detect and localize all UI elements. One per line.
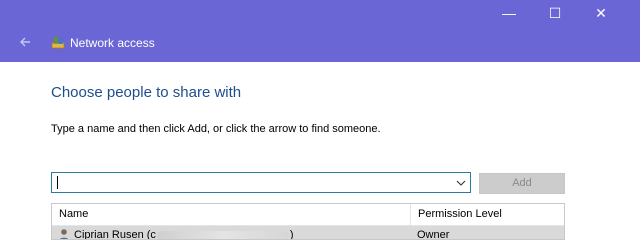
close-button[interactable]: ✕ — [578, 0, 624, 26]
permission-cell[interactable]: Owner — [417, 226, 449, 239]
back-arrow-icon[interactable] — [18, 35, 32, 49]
maximize-button[interactable]: ☐ — [532, 0, 578, 26]
redacted-email — [156, 230, 289, 239]
column-header-permission[interactable]: Permission Level — [410, 204, 564, 225]
dialog-content: Choose people to share with Type a name … — [12, 62, 628, 240]
table-row[interactable]: Ciprian Rusen (c) Owner — [52, 226, 564, 240]
name-combobox[interactable] — [51, 172, 471, 193]
user-icon — [59, 229, 69, 239]
text-cursor — [57, 176, 58, 189]
title-bar: — ☐ ✕ Network access — [0, 0, 640, 62]
sharing-table: Name Permission Level Ciprian Rusen (c) … — [51, 203, 565, 240]
user-name-start: Ciprian Rusen (c — [74, 229, 156, 240]
instructions-text: Type a name and then click Add, or click… — [51, 123, 381, 135]
user-name-cell: Ciprian Rusen (c) — [74, 226, 294, 240]
add-button[interactable]: Add — [479, 173, 565, 194]
chevron-down-icon[interactable] — [455, 176, 467, 189]
page-title: Choose people to share with — [51, 84, 242, 101]
column-header-name[interactable]: Name — [52, 204, 410, 225]
network-app-icon — [51, 36, 65, 49]
user-name-end: ) — [289, 229, 294, 240]
minimize-button[interactable]: — — [486, 0, 532, 26]
table-header: Name Permission Level — [52, 204, 564, 226]
window-title: Network access — [70, 36, 155, 50]
sharing-window: — ☐ ✕ Network access Choose people to sh… — [0, 0, 640, 240]
